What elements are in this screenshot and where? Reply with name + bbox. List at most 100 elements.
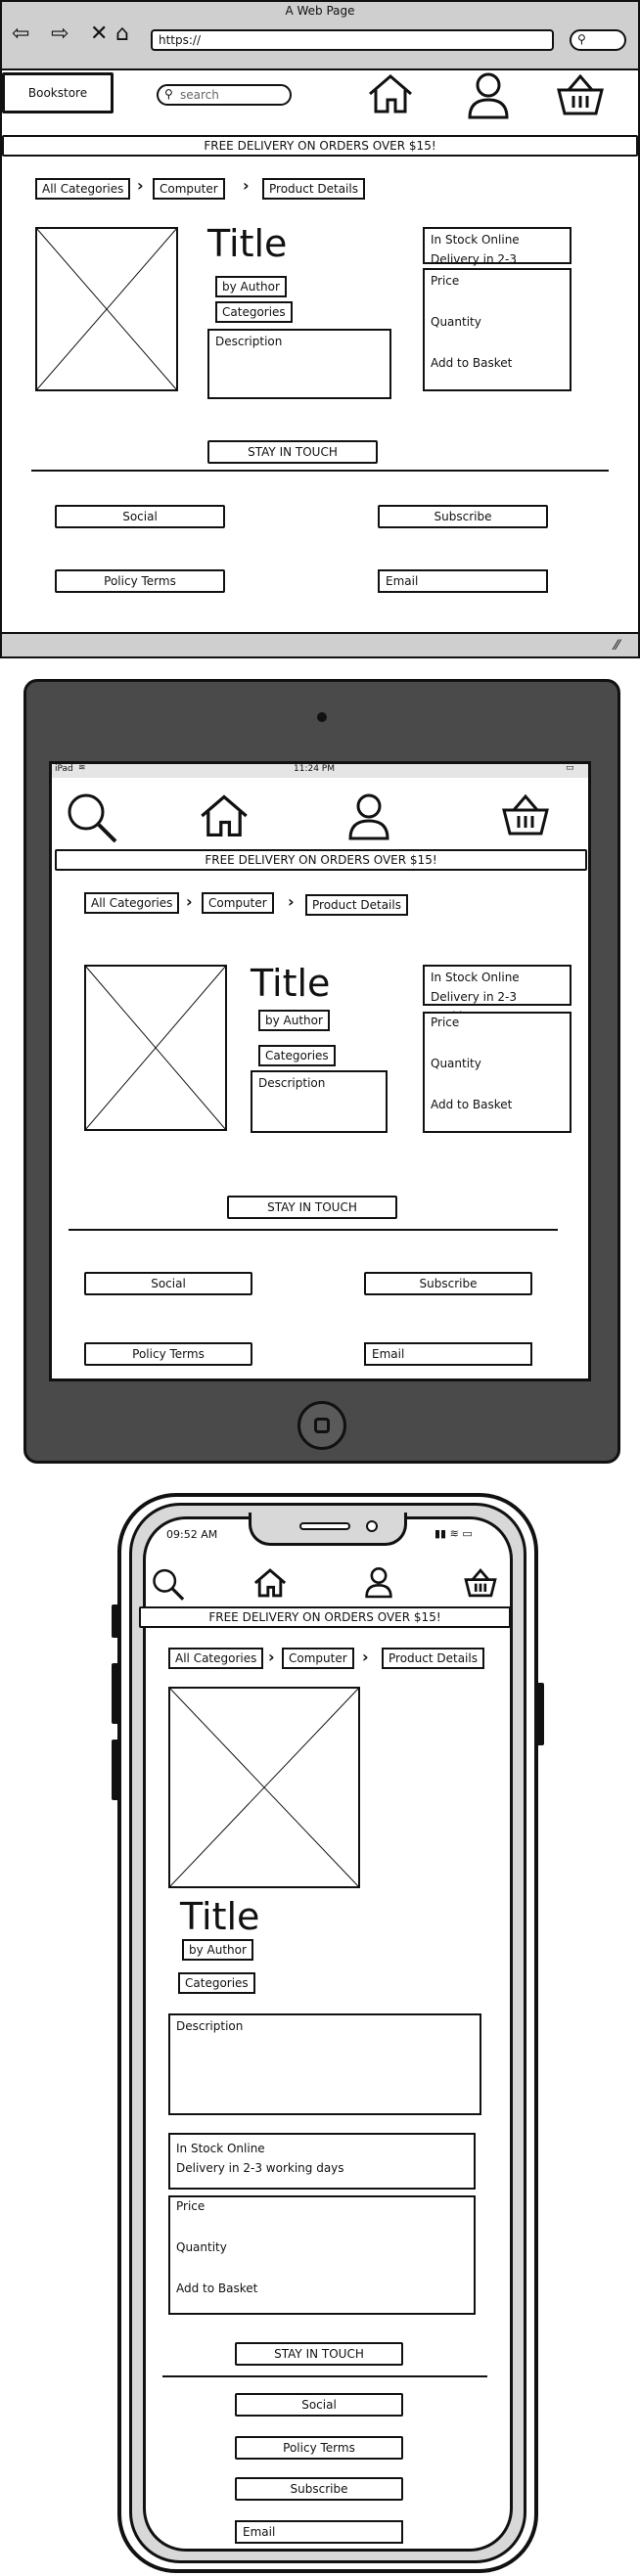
product-title: Title [180,1895,260,1938]
phone-time: 09:52 AM [166,1528,218,1541]
tablet-home-button[interactable] [297,1401,346,1450]
description-label: Description [176,2019,244,2033]
social-link[interactable]: Social [55,505,225,528]
site-search-input[interactable]: ⚲ search [157,84,292,106]
footer-divider [31,470,609,472]
email-label: Email [243,2525,276,2539]
categories-link[interactable]: Categories [178,1972,255,1994]
price-label: Price [431,1016,460,1029]
status-bar [0,632,640,658]
quantity-label[interactable]: Quantity [431,1057,481,1070]
tablet-device-name: iPad [55,764,73,774]
purchase-box [168,2195,476,2315]
phone-power-button[interactable] [536,1683,544,1745]
chevron-right-icon: › [268,1648,275,1666]
social-link[interactable]: Social [235,2393,403,2417]
product-image-placeholder [84,965,227,1131]
breadcrumb-product-details[interactable]: Product Details [382,1648,484,1669]
back-arrow-icon[interactable]: ⇦ [12,22,29,46]
breadcrumb-all-categories[interactable]: All Categories [35,178,131,200]
stay-in-touch-heading: STAY IN TOUCH [235,2342,403,2366]
categories-link[interactable]: Categories [258,1045,336,1066]
home-icon[interactable] [252,1567,288,1599]
phone-side-button[interactable] [112,1604,119,1638]
account-icon[interactable] [466,70,511,119]
wifi-icon: ≋ [78,763,86,773]
policy-terms-link[interactable]: Policy Terms [55,569,225,593]
subscribe-link[interactable]: Subscribe [378,505,548,528]
chevron-right-icon: › [243,176,250,195]
breadcrumb-all-categories[interactable]: All Categories [168,1648,264,1669]
product-title: Title [207,222,288,265]
home-icon[interactable] [198,792,251,839]
footer-divider [162,2375,487,2377]
purchase-box [423,1012,571,1133]
search-icon[interactable] [151,1567,186,1601]
product-image-placeholder [168,1687,360,1888]
add-to-basket-button[interactable]: Add to Basket [431,1098,512,1111]
email-input[interactable]: Email [364,1342,532,1366]
phone-speaker [299,1522,350,1530]
email-input[interactable]: Email [378,569,548,593]
description-box: Description [168,2013,481,2115]
description-box: Description [207,329,391,399]
policy-terms-link[interactable]: Policy Terms [84,1342,252,1366]
battery-icon: ▭ [566,763,574,773]
free-delivery-banner: FREE DELIVERY ON ORDERS OVER $15! [55,849,587,871]
stay-in-touch-heading: STAY IN TOUCH [207,440,378,464]
search-icon[interactable] [65,791,119,843]
search-placeholder: search [180,88,219,102]
quantity-label[interactable]: Quantity [431,315,481,329]
free-delivery-banner: FREE DELIVERY ON ORDERS OVER $15! [2,135,638,157]
email-input[interactable]: Email [235,2520,403,2544]
breadcrumb-computer[interactable]: Computer [202,892,274,914]
categories-link[interactable]: Categories [215,301,293,323]
basket-icon[interactable] [501,792,550,837]
breadcrumb-product-details[interactable]: Product Details [262,178,365,200]
url-text: https:// [159,33,202,47]
window-title: A Web Page [285,4,355,18]
home-button-square-icon [314,1418,330,1433]
basket-icon[interactable] [556,72,605,117]
footer-divider [69,1229,558,1231]
author-link[interactable]: by Author [182,1939,253,1961]
price-label: Price [176,2199,206,2213]
basket-icon[interactable] [464,1567,497,1599]
chevron-right-icon: › [362,1648,369,1666]
author-link[interactable]: by Author [215,276,287,297]
free-delivery-banner: FREE DELIVERY ON ORDERS OVER $15! [139,1606,511,1628]
tablet-time: 11:24 PM [294,764,335,774]
policy-terms-link[interactable]: Policy Terms [235,2436,403,2460]
url-bar[interactable]: https:// [151,29,554,51]
quantity-label[interactable]: Quantity [176,2240,227,2254]
subscribe-link[interactable]: Subscribe [364,1272,532,1295]
social-link[interactable]: Social [84,1272,252,1295]
home-icon[interactable] [366,72,415,115]
resize-grip-icon[interactable]: ⁄⁄ [615,638,619,654]
description-label: Description [258,1076,326,1090]
browser-search-box[interactable]: ⚲ [570,29,626,51]
stock-status: In Stock Online [176,2142,265,2155]
add-to-basket-button[interactable]: Add to Basket [431,356,512,370]
account-icon[interactable] [364,1565,393,1599]
add-to-basket-button[interactable]: Add to Basket [176,2282,257,2295]
breadcrumb-all-categories[interactable]: All Categories [84,892,180,914]
forward-arrow-icon[interactable]: ⇨ [51,22,69,46]
breadcrumb-computer[interactable]: Computer [153,178,225,200]
phone-side-button[interactable] [112,1663,119,1724]
email-label: Email [372,1347,405,1361]
account-icon[interactable] [346,791,391,841]
close-icon[interactable]: ✕ [90,22,108,46]
breadcrumb-computer[interactable]: Computer [282,1648,354,1669]
tablet-camera [317,712,327,722]
subscribe-link[interactable]: Subscribe [235,2477,403,2501]
home-icon[interactable]: ⌂ [115,22,129,46]
breadcrumb-product-details[interactable]: Product Details [305,894,408,916]
signal-wifi-battery-icons: ▮▮ ≋ ▭ [434,1527,473,1540]
chevron-right-icon: › [186,892,193,911]
author-link[interactable]: by Author [258,1010,330,1031]
browser-search-icon: ⚲ [577,32,586,46]
phone-side-button[interactable] [112,1740,119,1800]
phone-camera [366,1520,378,1532]
bookstore-logo-button[interactable]: Bookstore [2,72,114,113]
